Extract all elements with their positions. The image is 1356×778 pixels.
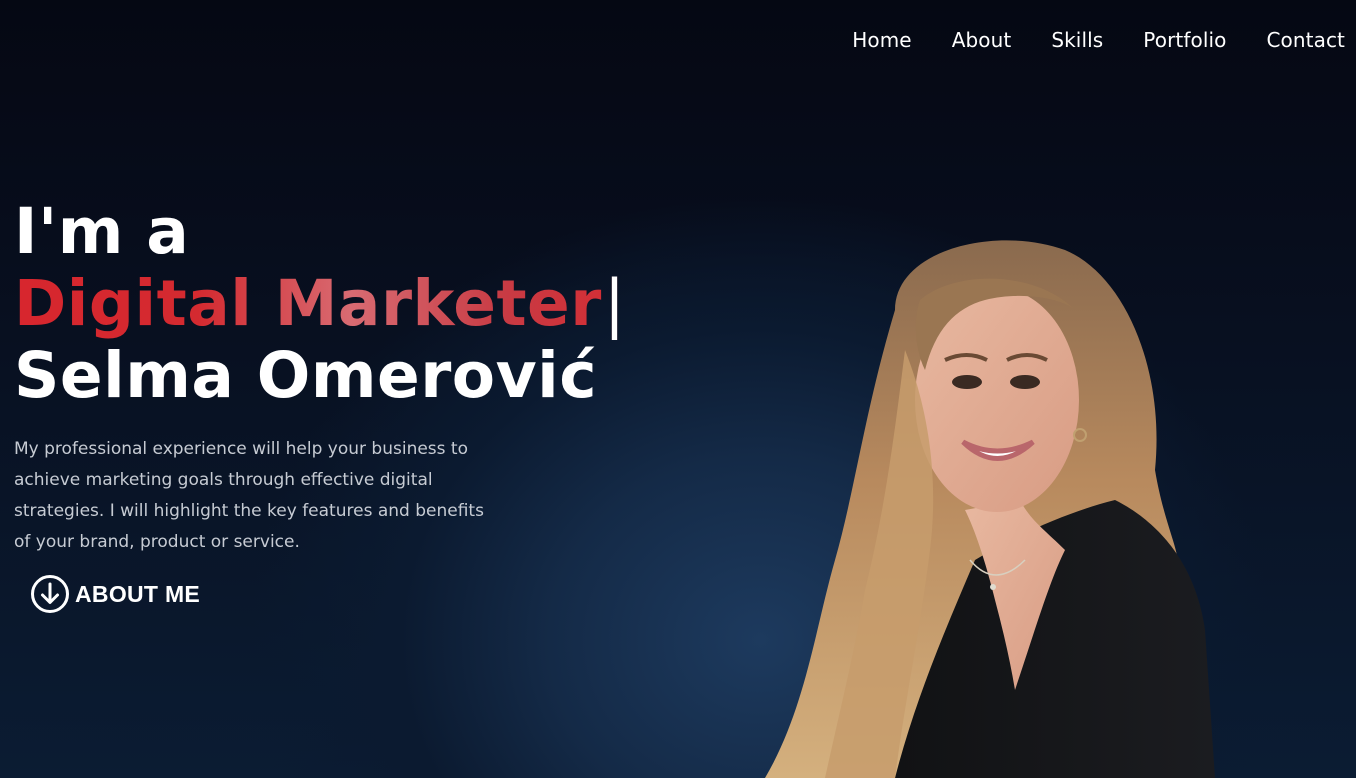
hero-role-text: Digital Marketer <box>14 267 602 340</box>
nav-item-contact[interactable]: Contact <box>1266 28 1345 52</box>
hero-intro: I'm a <box>14 195 190 268</box>
arrow-down-circle-icon <box>31 575 69 613</box>
typing-cursor: | <box>603 267 626 340</box>
hero-name: Selma Omerović <box>14 339 598 412</box>
nav-item-portfolio[interactable]: Portfolio <box>1143 28 1226 52</box>
nav-item-home[interactable]: Home <box>852 28 911 52</box>
about-me-label: ABOUT ME <box>75 580 201 607</box>
portrait-photo <box>765 240 1215 778</box>
main-nav: Home About Skills Portfolio Contact <box>852 28 1345 52</box>
nav-item-about[interactable]: About <box>952 28 1012 52</box>
nav-item-skills[interactable]: Skills <box>1051 28 1103 52</box>
hero-description: My professional experience will help you… <box>14 439 484 552</box>
hero-role: Digital Marketer| <box>14 268 626 340</box>
about-me-button[interactable]: ABOUT ME <box>30 574 200 614</box>
hero-heading: I'm a Digital Marketer| Selma Omerović <box>14 196 626 412</box>
